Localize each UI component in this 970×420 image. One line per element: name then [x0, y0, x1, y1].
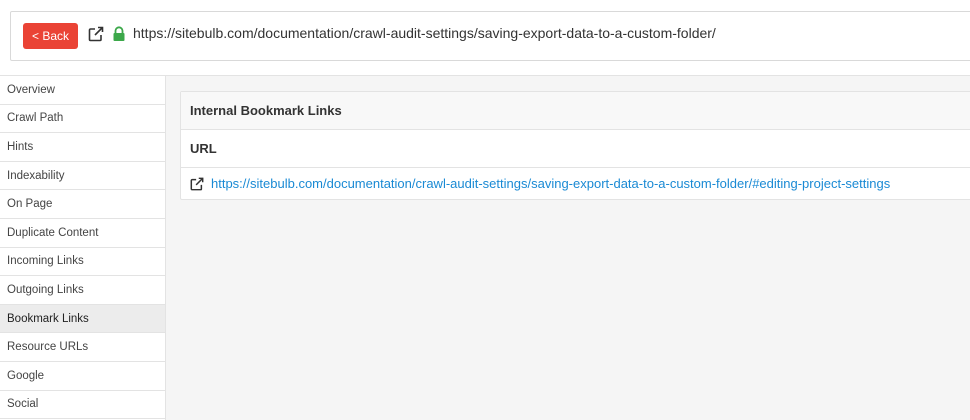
sidebar-item-on-page[interactable]: On Page: [0, 190, 165, 219]
url-column-header: URL: [181, 130, 970, 168]
sidebar-item-social[interactable]: Social: [0, 391, 165, 420]
sidebar-item-duplicate-content[interactable]: Duplicate Content: [0, 219, 165, 248]
address-bar: < Back https://sitebulb.com/documentatio…: [10, 11, 970, 61]
table-row: https://sitebulb.com/documentation/crawl…: [181, 168, 970, 199]
bookmark-link-url[interactable]: https://sitebulb.com/documentation/crawl…: [211, 176, 890, 191]
page-url[interactable]: https://sitebulb.com/documentation/crawl…: [133, 25, 716, 41]
bookmark-links-panel: Internal Bookmark Links URL https://site…: [180, 91, 970, 200]
lock-icon: [113, 26, 125, 41]
main-content: Internal Bookmark Links URL https://site…: [166, 76, 970, 420]
sidebar-item-outgoing-links[interactable]: Outgoing Links: [0, 276, 165, 305]
external-link-icon[interactable]: [190, 177, 204, 191]
sidebar-item-google[interactable]: Google: [0, 362, 165, 391]
sidebar-item-incoming-links[interactable]: Incoming Links: [0, 248, 165, 277]
sidebar-item-resource-urls[interactable]: Resource URLs: [0, 333, 165, 362]
external-link-icon[interactable]: [88, 26, 104, 42]
sidebar-item-crawl-path[interactable]: Crawl Path: [0, 105, 165, 134]
sidebar-item-hints[interactable]: Hints: [0, 133, 165, 162]
sidebar-item-indexability[interactable]: Indexability: [0, 162, 165, 191]
back-button[interactable]: < Back: [23, 23, 78, 49]
panel-title: Internal Bookmark Links: [181, 92, 970, 130]
sidebar-item-bookmark-links[interactable]: Bookmark Links: [0, 304, 165, 334]
sidebar: Overview Crawl Path Hints Indexability O…: [0, 76, 166, 420]
sidebar-item-overview[interactable]: Overview: [0, 76, 165, 105]
